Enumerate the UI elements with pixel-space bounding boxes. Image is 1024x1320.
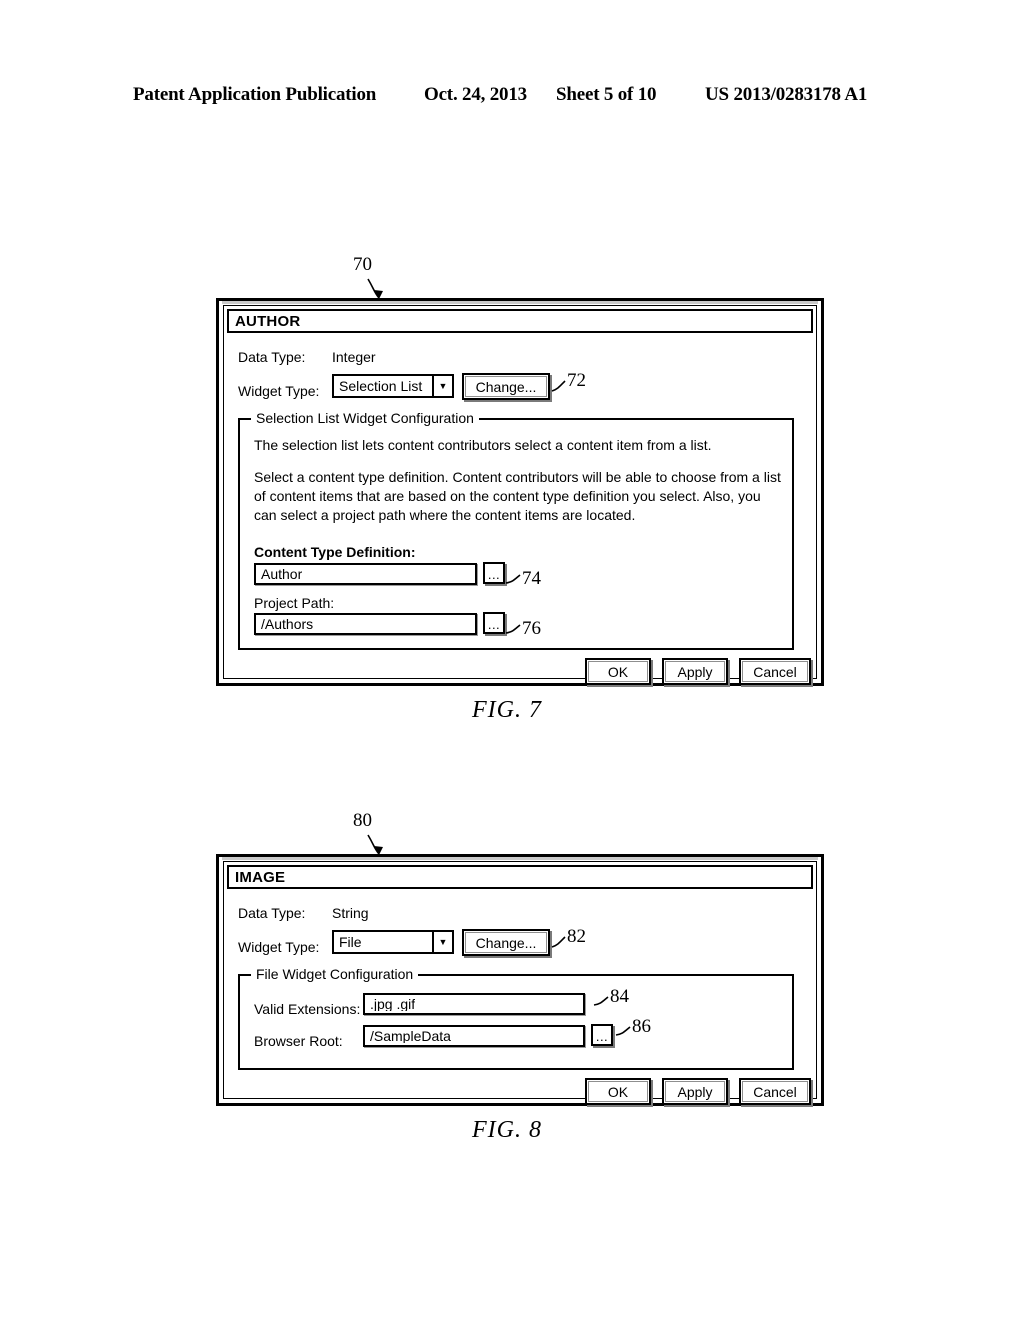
figure-8-caption: FIG. 8 [472,1117,542,1143]
file-config-body: Valid Extensions: .jpg .gif Browser Root… [240,976,792,1068]
browser-root-browse-button[interactable]: ... [591,1024,613,1046]
file-config-group: File Widget Configuration Valid Extensio… [238,967,794,1070]
callout-86: 86 [632,1016,651,1037]
image-change-button-label: Change... [475,934,537,951]
valid-extensions-value: .jpg .gif [370,997,416,1011]
image-dialog-body: Data Type: String Widget Type: File ▼ Ch… [224,892,816,1105]
valid-extensions-label: Valid Extensions: [254,1001,361,1017]
image-widget-type-select-value: File [339,935,362,949]
image-change-button[interactable]: Change... [462,929,550,956]
image-data-type-value: String [332,905,369,921]
image-dialog-inner: IMAGE Data Type: String Widget Type: Fil… [223,861,817,1105]
image-dialog: IMAGE Data Type: String Widget Type: Fil… [216,854,824,1106]
image-title: IMAGE [235,868,286,886]
image-apply-button-label: Apply [677,1083,713,1100]
browser-root-label: Browser Root: [254,1033,343,1049]
callout-80: 80 [353,810,372,831]
image-widget-type-select[interactable]: File ▼ [332,930,454,954]
chevron-down-icon: ▼ [432,932,452,952]
image-ok-button-label: OK [607,1083,629,1100]
image-widget-type-label: Widget Type: [238,939,320,955]
image-window-top-strip [222,857,818,860]
image-cancel-button-label: Cancel [753,1083,797,1100]
image-cancel-button[interactable]: Cancel [739,1078,811,1105]
browser-root-browse-label: ... [595,1029,609,1044]
valid-extensions-input[interactable]: .jpg .gif [363,993,585,1015]
image-ok-button[interactable]: OK [585,1078,651,1105]
image-data-type-label: Data Type: [238,905,306,921]
image-titlebar: IMAGE [227,865,813,889]
browser-root-value: /SampleData [370,1029,451,1043]
figure-8: 80 IMAGE Data Type: String Widget Type: … [0,0,1024,1160]
callout-82: 82 [567,926,586,947]
image-apply-button[interactable]: Apply [662,1078,728,1105]
callout-84: 84 [610,986,629,1007]
browser-root-input[interactable]: /SampleData [363,1025,585,1047]
